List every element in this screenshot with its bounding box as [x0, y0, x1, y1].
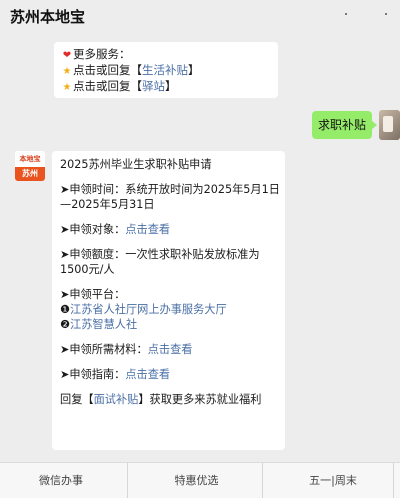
bot-avatar-logo-text: 本地宝: [15, 151, 45, 167]
footer-line: 回复【面试补贴】获取更多来苏就业福利: [60, 393, 262, 406]
tab-divider: [393, 463, 394, 498]
tab-special-offers[interactable]: 特惠优选: [131, 463, 262, 498]
tab-wechat-services[interactable]: 微信办事: [0, 463, 122, 498]
more-dots-icon[interactable]: [344, 0, 356, 15]
platform-label: ➤申领平台：: [60, 288, 126, 301]
time-label: ➤申领时间：系统开放时间为2025年5月1日: [60, 183, 280, 196]
bot-avatar[interactable]: 本地宝 苏州: [15, 151, 45, 181]
materials-line: ➤申领所需材料：点击查看: [60, 343, 193, 356]
amount-cont: 1500元/人: [60, 263, 115, 276]
station-link[interactable]: 驿站: [142, 79, 165, 93]
interview-subsidy-link[interactable]: 面试补贴: [94, 393, 139, 406]
amount-label: ➤申领额度：一次性求职补贴发放标准为: [60, 248, 260, 261]
platform-line-2: ❷江苏智慧人社: [60, 318, 138, 331]
menu-dots-icon[interactable]: [384, 0, 396, 15]
guide-link[interactable]: 点击查看: [125, 368, 170, 381]
time-cont: —2025年5月31日: [60, 198, 155, 211]
article-message-bubble: 2025苏州毕业生求职补贴申请 ➤申领时间：系统开放时间为2025年5月1日 —…: [52, 151, 285, 450]
heart-icon: ❤: [62, 50, 72, 61]
services-line-station: ★ 点击或回复【驿站】: [62, 79, 177, 93]
services-message-bubble: ❤ 更多服务： ★ 点击或回复【生活补贴】 ★ 点击或回复【驿站】: [54, 42, 278, 98]
services-line-more: ❤ 更多服务：: [62, 47, 131, 61]
platform2-link[interactable]: 江苏智慧人社: [70, 318, 137, 331]
chat-header: 苏州本地宝: [0, 0, 400, 40]
platform1-link[interactable]: 江苏省人社厅网上办事服务大厅: [70, 303, 227, 316]
living-subsidy-link[interactable]: 生活补贴: [142, 63, 188, 77]
guide-line: ➤申领指南：点击查看: [60, 368, 171, 381]
user-reply-bubble: 求职补贴: [312, 111, 377, 139]
bottom-tab-bar: 微信办事 特惠优选 五一|周末: [0, 462, 400, 498]
tab-divider: [127, 463, 128, 498]
platform-line-1: ❶江苏省人社厅网上办事服务大厅: [60, 303, 227, 316]
tab-divider: [262, 463, 263, 498]
chat-title: 苏州本地宝: [10, 8, 86, 26]
target-link[interactable]: 点击查看: [125, 223, 170, 236]
star-icon: ★: [62, 82, 72, 93]
star-icon: ★: [62, 66, 72, 77]
target-line: ➤申领对象：点击查看: [60, 223, 171, 236]
bot-avatar-city-text: 苏州: [15, 167, 45, 181]
services-line-subsidy: ★ 点击或回复【生活补贴】: [62, 63, 200, 77]
tab-holiday-weekend[interactable]: 五一|周末: [266, 463, 400, 498]
article-title: 2025苏州毕业生求职补贴申请: [60, 158, 212, 171]
user-avatar[interactable]: [379, 110, 400, 140]
materials-link[interactable]: 点击查看: [148, 343, 193, 356]
